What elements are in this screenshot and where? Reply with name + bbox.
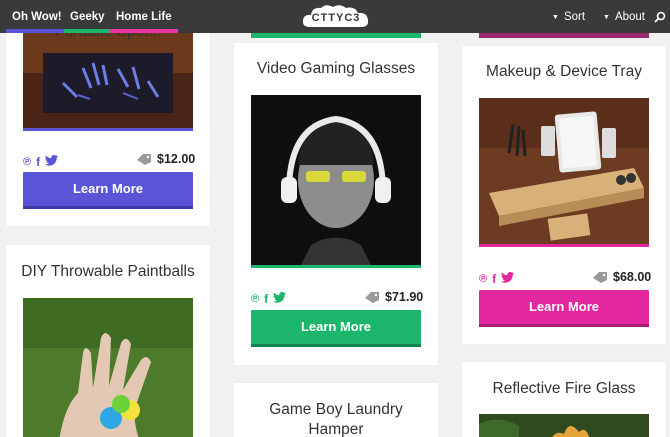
price: $71.90 — [365, 290, 423, 304]
card-accent-bar — [23, 128, 193, 131]
sort-label: Sort — [563, 11, 586, 23]
learn-more-button[interactable]: Learn More — [479, 290, 649, 327]
share-icons: ℗ f — [251, 290, 287, 308]
button-shadow — [251, 344, 421, 347]
product-image[interactable] — [479, 98, 649, 244]
twitter-icon[interactable] — [45, 153, 59, 171]
product-card: Makeup & Device Tray ℗ f $68.00 Learn Mo… — [462, 46, 666, 344]
twitter-icon[interactable] — [273, 290, 287, 308]
product-image[interactable] — [23, 33, 193, 128]
product-title[interactable]: Video Gaming Glasses — [234, 59, 438, 79]
about-label: About — [614, 11, 645, 23]
price-value: $68.00 — [613, 270, 652, 284]
share-icons: ℗ f — [479, 270, 515, 288]
product-image[interactable] — [479, 414, 649, 437]
top-nav-bar: Oh Wow! Geeky Home Life CTTYC3 ▼ Sort ▼ Ab… — [0, 0, 670, 33]
learn-more-button[interactable]: Learn More — [251, 310, 421, 347]
facebook-icon[interactable]: f — [264, 292, 268, 306]
logo-text: CTTYC3 — [311, 12, 361, 24]
product-card: ℗ f $12.00 Learn More — [6, 20, 210, 226]
price-value: $71.90 — [385, 290, 424, 304]
card-accent-bar — [251, 265, 421, 268]
twitter-icon[interactable] — [501, 270, 515, 288]
nav-link-label: Home Life — [116, 11, 172, 23]
button-label: Learn More — [528, 299, 600, 314]
site-logo[interactable]: CTTYC3 — [300, 3, 372, 31]
about-menu[interactable]: ▼ About — [603, 0, 645, 33]
facebook-icon[interactable]: f — [492, 272, 496, 286]
button-label: Learn More — [72, 181, 144, 196]
price-tag-icon — [137, 153, 151, 165]
product-title[interactable]: Game Boy Laundry Hamper — [234, 400, 438, 437]
price-tag-icon — [593, 271, 607, 283]
chevron-down-icon: ▼ — [552, 14, 559, 21]
sort-menu[interactable]: ▼ Sort — [552, 0, 585, 33]
card-accent-strip — [479, 33, 649, 38]
nav-accent-bar — [110, 29, 178, 33]
price-value: $12.00 — [157, 152, 196, 166]
nav-accent-bar — [64, 29, 111, 33]
product-title[interactable]: DIY Throwable Paintballs — [6, 262, 210, 282]
button-shadow — [23, 206, 193, 209]
pinterest-icon[interactable]: ℗ — [23, 156, 31, 168]
price: $68.00 — [593, 270, 651, 284]
card-accent-strip — [251, 33, 421, 38]
facebook-icon[interactable]: f — [36, 155, 40, 169]
nav-link-label: Geeky — [70, 11, 105, 23]
learn-more-button[interactable]: Learn More — [23, 172, 193, 209]
pinterest-icon[interactable]: ℗ — [251, 293, 259, 305]
price: $12.00 — [137, 152, 195, 166]
product-image[interactable] — [251, 95, 421, 265]
product-card: DIY Throwable Paintballs — [6, 245, 210, 437]
product-title[interactable]: Makeup & Device Tray — [462, 62, 666, 82]
product-image[interactable] — [23, 298, 193, 437]
price-tag-icon — [365, 291, 379, 303]
product-card: Video Gaming Glasses ℗ f $71.90 Learn Mo… — [234, 43, 438, 365]
nav-link-oh-wow[interactable]: Oh Wow! — [6, 0, 68, 33]
product-card: Game Boy Laundry Hamper — [234, 383, 438, 437]
product-card: Reflective Fire Glass — [462, 362, 666, 437]
nav-link-label: Oh Wow! — [12, 11, 62, 23]
chevron-down-icon: ▼ — [603, 14, 610, 21]
title-line: Game Boy Laundry — [269, 401, 403, 418]
button-label: Learn More — [300, 319, 372, 334]
share-icons: ℗ f — [23, 153, 59, 171]
nav-link-geeky[interactable]: Geeky — [64, 0, 111, 33]
card-accent-bar — [479, 244, 649, 247]
title-line: Hamper — [308, 421, 364, 437]
product-title[interactable]: Reflective Fire Glass — [462, 379, 666, 399]
nav-accent-bar — [6, 29, 68, 33]
nav-link-home-life[interactable]: Home Life — [110, 0, 178, 33]
button-shadow — [479, 324, 649, 327]
pinterest-icon[interactable]: ℗ — [479, 273, 487, 285]
search-icon[interactable] — [654, 11, 666, 23]
